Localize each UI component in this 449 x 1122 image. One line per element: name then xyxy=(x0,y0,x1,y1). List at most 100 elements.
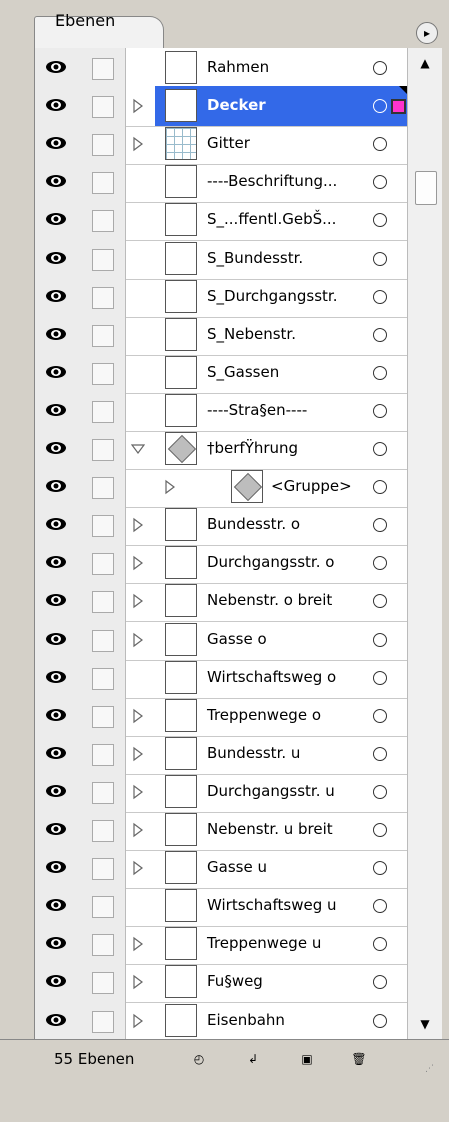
expand-triangle-icon[interactable] xyxy=(131,98,145,114)
expand-triangle-icon[interactable] xyxy=(131,822,145,838)
visibility-toggle[interactable] xyxy=(35,429,81,469)
layer-row[interactable]: Gasse o xyxy=(35,619,408,661)
layer-name[interactable]: ----Beschriftung... xyxy=(207,172,337,190)
resize-grip-icon[interactable]: ⋰ xyxy=(425,1064,434,1074)
layer-name[interactable]: Decker xyxy=(207,96,266,114)
target-circle-icon[interactable] xyxy=(373,1013,387,1028)
layer-row[interactable]: Decker xyxy=(35,86,408,128)
layer-name[interactable]: Wirtschaftsweg u xyxy=(207,896,337,914)
visibility-toggle[interactable] xyxy=(35,733,81,774)
expand-triangle-icon[interactable] xyxy=(131,784,145,800)
layer-name[interactable]: Nebenstr. u breit xyxy=(207,820,333,838)
layer-name[interactable]: Gasse o xyxy=(207,630,267,648)
layer-row[interactable]: Rahmen xyxy=(35,48,408,89)
layer-row[interactable]: Nebenstr. u breit xyxy=(35,810,408,851)
target-circle-icon[interactable] xyxy=(373,708,387,723)
layer-row[interactable]: S_Gassen xyxy=(35,352,408,394)
expand-triangle-icon[interactable] xyxy=(131,593,145,609)
scroll-down-icon[interactable]: ▼ xyxy=(408,1013,442,1035)
target-circle-icon[interactable] xyxy=(373,632,387,647)
layer-name[interactable]: S_Nebenstr. xyxy=(207,325,296,343)
visibility-toggle[interactable] xyxy=(35,505,81,546)
target-circle-icon[interactable] xyxy=(373,365,387,380)
scroll-thumb[interactable] xyxy=(415,171,437,205)
lock-toggle[interactable] xyxy=(80,733,126,774)
layer-row[interactable]: S_Nebenstr. xyxy=(35,314,408,356)
target-circle-icon[interactable] xyxy=(373,594,387,609)
visibility-toggle[interactable] xyxy=(35,352,81,393)
layer-row[interactable]: Treppenwege o xyxy=(35,695,408,737)
layer-row[interactable]: Gasse u xyxy=(35,848,408,890)
make-clipping-mask-icon[interactable]: ◴ xyxy=(190,1052,208,1068)
lock-toggle[interactable] xyxy=(80,657,126,698)
lock-toggle[interactable] xyxy=(80,886,126,927)
expand-triangle-icon[interactable] xyxy=(131,555,145,571)
target-circle-icon[interactable] xyxy=(373,480,387,495)
layer-name[interactable]: ----Stra§en---- xyxy=(207,401,307,419)
target-circle-icon[interactable] xyxy=(373,746,387,761)
expand-triangle-icon[interactable] xyxy=(131,860,145,876)
target-circle-icon[interactable] xyxy=(373,175,387,190)
lock-toggle[interactable] xyxy=(80,962,126,1003)
lock-toggle[interactable] xyxy=(80,124,126,165)
layer-row[interactable]: S_Bundesstr. xyxy=(35,238,408,280)
selected-art-square[interactable] xyxy=(391,99,406,115)
layer-row[interactable]: Bundesstr. o xyxy=(35,505,408,547)
expand-triangle-icon[interactable] xyxy=(131,517,145,533)
lock-toggle[interactable] xyxy=(80,581,126,622)
lock-toggle[interactable] xyxy=(80,467,126,508)
visibility-toggle[interactable] xyxy=(35,390,81,431)
layer-name[interactable]: S_Durchgangsstr. xyxy=(207,287,337,305)
layer-name[interactable]: Durchgangsstr. o xyxy=(207,553,334,571)
layer-row[interactable]: Gitter xyxy=(35,124,408,166)
target-circle-icon[interactable] xyxy=(373,99,387,114)
visibility-toggle[interactable] xyxy=(35,200,81,241)
target-circle-icon[interactable] xyxy=(373,556,387,571)
layer-name[interactable]: Durchgangsstr. u xyxy=(207,782,335,800)
target-circle-icon[interactable] xyxy=(373,327,387,342)
scroll-up-icon[interactable]: ▲ xyxy=(408,52,442,74)
layer-name[interactable]: <Gruppe> xyxy=(271,477,352,495)
lock-toggle[interactable] xyxy=(80,276,126,317)
lock-toggle[interactable] xyxy=(80,48,126,88)
target-circle-icon[interactable] xyxy=(373,823,387,837)
layer-name[interactable]: Nebenstr. o breit xyxy=(207,591,332,609)
lock-toggle[interactable] xyxy=(80,86,126,127)
layer-row[interactable]: Eisenbahn xyxy=(35,1000,408,1042)
visibility-toggle[interactable] xyxy=(35,48,81,88)
expand-triangle-icon[interactable] xyxy=(163,479,177,495)
lock-toggle[interactable] xyxy=(80,1000,126,1041)
target-circle-icon[interactable] xyxy=(373,861,387,876)
target-circle-icon[interactable] xyxy=(373,937,387,952)
target-circle-icon[interactable] xyxy=(373,899,387,914)
panel-menu-icon[interactable]: ▸ xyxy=(416,22,438,44)
layer-name[interactable]: S_Bundesstr. xyxy=(207,249,303,267)
expand-triangle-icon[interactable] xyxy=(131,1013,145,1029)
lock-toggle[interactable] xyxy=(80,924,126,965)
layer-row[interactable]: †berfŸhrung xyxy=(35,429,408,470)
layer-name[interactable]: Gitter xyxy=(207,134,250,152)
layer-row[interactable]: ----Beschriftung... xyxy=(35,162,408,204)
layer-name[interactable]: Fu§weg xyxy=(207,972,263,990)
expanded-triangle-icon[interactable] xyxy=(130,441,146,457)
layer-row[interactable]: Wirtschaftsweg o xyxy=(35,657,408,699)
visibility-toggle[interactable] xyxy=(35,124,81,165)
visibility-toggle[interactable] xyxy=(35,924,81,965)
visibility-toggle[interactable] xyxy=(35,695,81,736)
layer-name[interactable]: Wirtschaftsweg o xyxy=(207,668,336,686)
layer-row[interactable]: Nebenstr. o breit xyxy=(35,581,408,623)
visibility-toggle[interactable] xyxy=(35,86,81,127)
lock-toggle[interactable] xyxy=(80,390,126,431)
target-circle-icon[interactable] xyxy=(373,289,387,304)
expand-triangle-icon[interactable] xyxy=(131,974,145,990)
visibility-toggle[interactable] xyxy=(35,771,81,812)
lock-toggle[interactable] xyxy=(80,695,126,736)
visibility-toggle[interactable] xyxy=(35,467,81,508)
lock-toggle[interactable] xyxy=(80,352,126,393)
visibility-toggle[interactable] xyxy=(35,962,81,1003)
visibility-toggle[interactable] xyxy=(35,886,81,927)
layer-name[interactable]: Rahmen xyxy=(207,58,269,76)
layer-name[interactable]: Gasse u xyxy=(207,858,267,876)
lock-toggle[interactable] xyxy=(80,200,126,241)
layer-name[interactable]: †berfŸhrung xyxy=(207,439,298,457)
